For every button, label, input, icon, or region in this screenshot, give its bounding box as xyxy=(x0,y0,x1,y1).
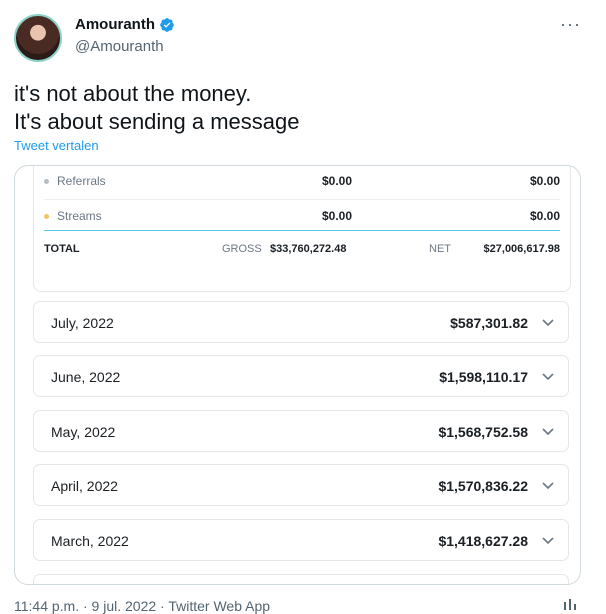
author-name-row: Amouranth xyxy=(75,16,175,33)
earnings-summary-card: Referrals $0.00 $0.00 Streams $0.00 $0.0… xyxy=(33,166,571,292)
summary-row-label: Streams xyxy=(57,209,102,223)
streams-dot-icon xyxy=(44,213,49,219)
net-value: $27,006,617.98 xyxy=(483,243,560,255)
month-label: April, 2022 xyxy=(51,478,118,494)
gross-label: GROSS xyxy=(222,243,262,255)
month-row-april-2022: April, 2022 $1,570,836.22 xyxy=(33,464,569,506)
referrals-dot-icon xyxy=(44,178,49,184)
verified-badge-icon xyxy=(160,17,174,32)
more-options-icon[interactable]: ··· xyxy=(560,14,581,35)
chevron-down-icon xyxy=(542,373,554,381)
chevron-down-icon xyxy=(542,537,554,545)
analytics-icon[interactable] xyxy=(562,598,580,610)
tweet-media-image[interactable]: Referrals $0.00 $0.00 Streams $0.00 $0.0… xyxy=(14,165,581,585)
summary-row-label: Referrals xyxy=(57,174,106,188)
chevron-down-icon xyxy=(542,482,554,490)
month-row-may-2022: May, 2022 $1,568,752.58 xyxy=(33,410,569,452)
translate-tweet-link[interactable]: Tweet vertalen xyxy=(14,138,99,153)
gross-value: $33,760,272.48 xyxy=(270,243,347,255)
month-label: July, 2022 xyxy=(51,315,114,331)
chevron-down-icon xyxy=(542,319,554,327)
month-row-partial xyxy=(33,574,569,584)
total-row: TOTAL GROSS $33,760,272.48 NET $27,006,6… xyxy=(44,235,560,263)
summary-row-net: $0.00 xyxy=(529,209,560,223)
total-divider xyxy=(44,230,560,231)
month-value: $1,418,627.28 xyxy=(438,533,528,549)
author-handle[interactable]: @Amouranth xyxy=(75,38,164,55)
month-row-july-2022: July, 2022 $587,301.82 xyxy=(33,301,569,343)
summary-row-referrals: Referrals $0.00 $0.00 xyxy=(44,166,560,197)
month-value: $587,301.82 xyxy=(450,315,528,331)
tweet-line-1: it's not about the money. xyxy=(14,81,252,106)
summary-row-gross: $0.00 xyxy=(322,209,353,223)
month-label: May, 2022 xyxy=(51,424,116,440)
summary-row-streams: Streams $0.00 $0.00 xyxy=(44,200,560,232)
month-value: $1,568,752.58 xyxy=(438,424,528,440)
month-row-june-2022: June, 2022 $1,598,110.17 xyxy=(33,355,569,397)
avatar[interactable] xyxy=(14,14,62,62)
tweet-timestamp[interactable]: 11:44 p.m. · 9 jul. 2022 · Twitter Web A… xyxy=(14,598,270,614)
summary-row-net: $0.00 xyxy=(529,174,560,188)
total-label: TOTAL xyxy=(44,243,80,255)
month-row-march-2022: March, 2022 $1,418,627.28 xyxy=(33,519,569,561)
summary-row-gross: $0.00 xyxy=(322,174,353,188)
tweet-text: it's not about the money. It's about sen… xyxy=(14,80,300,136)
month-value: $1,598,110.17 xyxy=(439,369,528,385)
tweet-line-2: It's about sending a message xyxy=(14,109,300,134)
chevron-down-icon xyxy=(542,428,554,436)
month-label: March, 2022 xyxy=(51,533,129,549)
month-value: $1,570,836.22 xyxy=(438,478,528,494)
month-label: June, 2022 xyxy=(51,369,121,385)
author-name[interactable]: Amouranth xyxy=(75,16,155,33)
net-label: NET xyxy=(429,243,451,255)
